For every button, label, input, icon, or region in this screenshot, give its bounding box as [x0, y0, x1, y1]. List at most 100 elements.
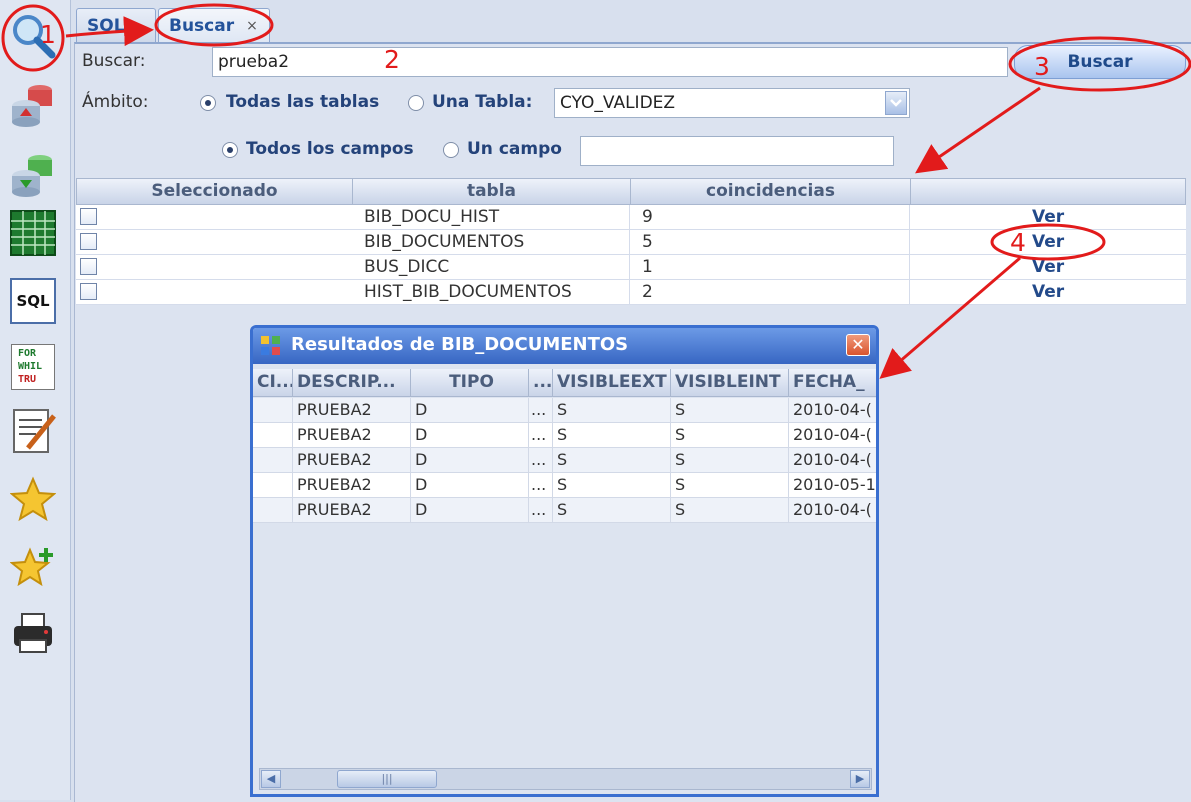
horizontal-scrollbar[interactable]: ◀ ||| ▶ — [259, 768, 872, 790]
spreadsheet-icon[interactable] — [6, 206, 60, 260]
row-checkbox[interactable] — [80, 258, 97, 275]
close-icon[interactable]: ✕ — [846, 334, 870, 356]
cell: S — [553, 398, 671, 422]
script-label-while: WHIL — [18, 361, 43, 372]
row-coincidencias: 5 — [630, 230, 910, 254]
row-checkbox[interactable] — [80, 283, 97, 300]
row-coincidencias: 1 — [630, 255, 910, 279]
ver-link[interactable]: Ver — [1032, 255, 1064, 279]
row-tabla: HIST_BIB_DOCUMENTOS — [352, 280, 630, 304]
row-tabla: BUS_DICC — [352, 255, 630, 279]
annotation-number-4: 4 — [1010, 228, 1026, 257]
cell: PRUEBA2 — [293, 448, 411, 472]
table-row[interactable]: PRUEBA2 D ... S S 2010-04-( — [253, 398, 876, 423]
table-row[interactable]: PRUEBA2 D ... S S 2010-04-( — [253, 423, 876, 448]
col-header-visibleint[interactable]: VISIBLEINT — [671, 369, 789, 396]
ver-link[interactable]: Ver — [1032, 230, 1064, 254]
tab-close-icon[interactable]: × — [246, 18, 258, 34]
row-coincidencias: 9 — [630, 205, 910, 229]
all-fields-radio[interactable] — [222, 142, 238, 158]
results-table-header: Seleccionado tabla coincidencias — [76, 178, 1186, 205]
cell — [253, 423, 293, 447]
field-input[interactable] — [580, 136, 894, 166]
one-table-radio[interactable] — [408, 95, 424, 111]
scope-label: Ámbito: — [82, 92, 149, 112]
row-tabla: BIB_DOCU_HIST — [352, 205, 630, 229]
sql-icon[interactable]: SQL — [6, 274, 60, 328]
col-header-collapsed[interactable]: ... — [529, 369, 553, 396]
cell: S — [671, 473, 789, 497]
printer-icon[interactable] — [6, 606, 60, 660]
ver-link[interactable]: Ver — [1032, 205, 1064, 229]
table-row[interactable]: PRUEBA2 D ... S S 2010-05-1 — [253, 473, 876, 498]
export-db-icon[interactable] — [6, 76, 60, 130]
chevron-down-icon[interactable] — [885, 91, 907, 115]
row-checkbox[interactable] — [80, 208, 97, 225]
col-header-fecha[interactable]: FECHA_ — [789, 369, 876, 396]
col-header-visibleext[interactable]: VISIBLEEXT — [553, 369, 671, 396]
tab-sql[interactable]: SQL — [76, 8, 156, 42]
cell: S — [553, 473, 671, 497]
search-input[interactable]: prueba2 — [212, 47, 1008, 77]
col-header-ci[interactable]: CI... — [253, 369, 293, 396]
import-db-icon[interactable] — [6, 146, 60, 200]
scroll-thumb[interactable]: ||| — [337, 770, 437, 788]
cell: D — [411, 423, 529, 447]
col-header-tabla[interactable]: tabla — [353, 179, 631, 204]
col-header-tipo[interactable]: TIPO — [411, 369, 529, 396]
cell: S — [553, 448, 671, 472]
cell: ... — [529, 448, 553, 472]
cell: 2010-05-1 — [793, 475, 876, 494]
table-row[interactable]: PRUEBA2 D ... S S 2010-04-( — [253, 498, 876, 523]
tab-buscar[interactable]: Buscar × — [158, 8, 270, 42]
one-field-radio[interactable] — [443, 142, 459, 158]
cell: D — [411, 448, 529, 472]
cell — [253, 448, 293, 472]
all-tables-radio[interactable] — [200, 95, 216, 111]
col-header-coincidencias[interactable]: coincidencias — [631, 179, 911, 204]
table-row: HIST_BIB_DOCUMENTOS 2 Ver — [76, 280, 1186, 305]
cell: S — [671, 498, 789, 522]
table-select-value: CYO_VALIDEZ — [560, 93, 676, 113]
cell: PRUEBA2 — [293, 423, 411, 447]
annotation-number-3: 3 — [1034, 52, 1050, 81]
sidebar-toolbar: SQL FOR WHIL TRU — [0, 0, 71, 800]
cell: ... — [529, 473, 553, 497]
table-select[interactable]: CYO_VALIDEZ — [554, 88, 910, 118]
cell — [253, 398, 293, 422]
all-fields-label: Todos los campos — [246, 139, 414, 159]
cell: D — [411, 398, 529, 422]
cell: PRUEBA2 — [293, 498, 411, 522]
cell — [253, 498, 293, 522]
results-window: Resultados de BIB_DOCUMENTOS ✕ CI... DES… — [250, 325, 879, 797]
scroll-left-icon[interactable]: ◀ — [261, 770, 281, 788]
edit-note-icon[interactable] — [6, 404, 60, 458]
cell: 2010-04-( — [793, 500, 872, 519]
cell: ... — [529, 398, 553, 422]
results-window-title: Resultados de BIB_DOCUMENTOS — [291, 334, 629, 355]
annotation-number-1: 1 — [40, 20, 56, 49]
one-field-label: Un campo — [467, 139, 562, 159]
annotation-number-2: 2 — [384, 45, 400, 74]
cell: D — [411, 498, 529, 522]
table-row: BUS_DICC 1 Ver — [76, 255, 1186, 280]
script-loop-icon[interactable]: FOR WHIL TRU — [6, 340, 60, 394]
ver-link[interactable]: Ver — [1032, 280, 1064, 304]
results-grid-header: CI... DESCRIP... TIPO ... VISIBLEEXT VIS… — [253, 369, 876, 397]
col-header-seleccionado[interactable]: Seleccionado — [77, 179, 353, 204]
sql-icon-label: SQL — [10, 278, 56, 324]
tab-buscar-label: Buscar — [169, 15, 235, 36]
col-header-action — [911, 179, 1185, 204]
favorite-star-icon[interactable] — [6, 472, 60, 526]
table-row[interactable]: PRUEBA2 D ... S S 2010-04-( — [253, 448, 876, 473]
col-header-descrip[interactable]: DESCRIP... — [293, 369, 411, 396]
scroll-right-icon[interactable]: ▶ — [850, 770, 870, 788]
script-label-for: FOR — [18, 348, 37, 359]
cell: 2010-04-( — [793, 425, 872, 444]
row-tabla: BIB_DOCUMENTOS — [352, 230, 630, 254]
add-favorite-icon[interactable] — [6, 540, 60, 594]
cell — [253, 473, 293, 497]
row-checkbox[interactable] — [80, 233, 97, 250]
script-label-try: TRU — [18, 374, 37, 385]
results-window-titlebar[interactable]: Resultados de BIB_DOCUMENTOS ✕ — [253, 328, 876, 364]
